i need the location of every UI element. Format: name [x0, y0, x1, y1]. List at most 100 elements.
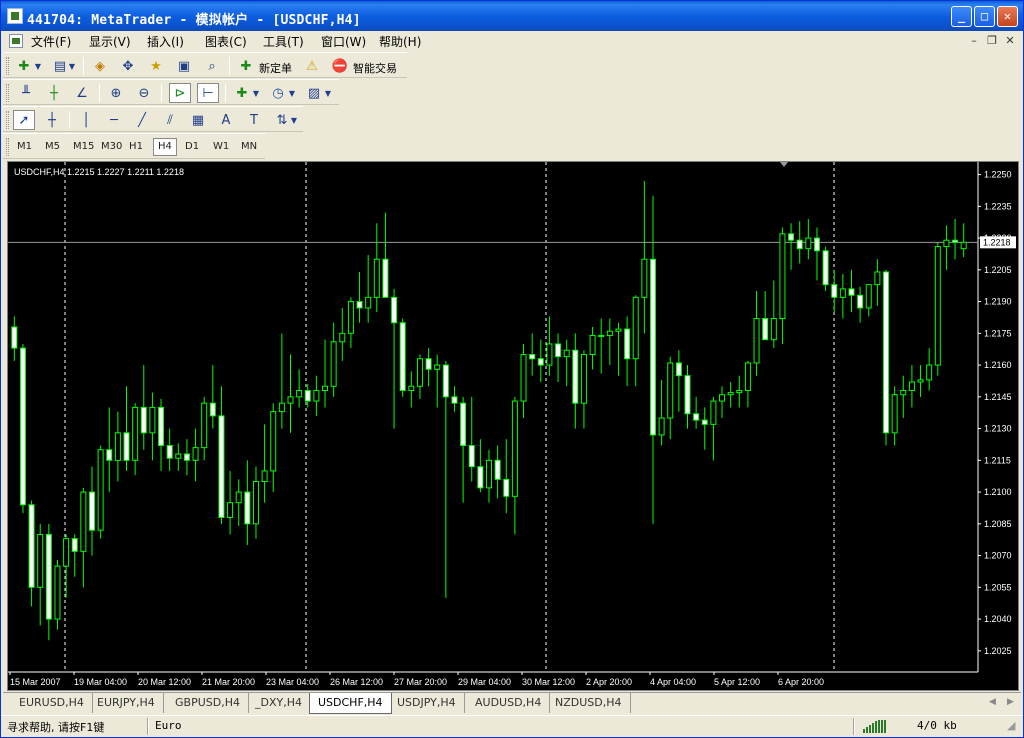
menu-insert[interactable]: 插入(I) — [147, 33, 184, 50]
new-order-icon[interactable]: ✚ — [235, 56, 257, 76]
candle-body — [934, 246, 941, 366]
close-button[interactable]: ✕ — [997, 6, 1018, 27]
candle-body — [649, 258, 656, 436]
menu-charts[interactable]: 图表(C) — [205, 33, 247, 50]
timeframe-m1[interactable]: M1 — [13, 138, 36, 156]
dropdown-arrow-icon[interactable]: ▼ — [323, 83, 333, 103]
templates-icon[interactable]: ▨ — [303, 83, 325, 103]
periods-clock-icon[interactable]: ◷ — [267, 83, 289, 103]
chart-shift-icon[interactable]: ⊢ — [197, 83, 219, 103]
warning-icon[interactable]: ⚠ — [301, 56, 323, 76]
candle-body — [45, 533, 52, 620]
tab-scroll-right-icon[interactable]: ▶ — [1007, 697, 1014, 707]
mdi-minimize-button[interactable]: – — [967, 34, 981, 48]
mdi-restore-button[interactable]: ❐ — [985, 34, 999, 48]
timeframe-m5[interactable]: M5 — [41, 138, 64, 156]
toolbar-grip[interactable] — [6, 111, 9, 129]
menu-help[interactable]: 帮助(H) — [379, 33, 421, 50]
price-tick-label: 1.2250 — [984, 170, 1012, 180]
expert-advisors-button[interactable]: 智能交易 — [353, 60, 397, 76]
maximize-button[interactable]: □ — [974, 6, 995, 27]
candle-body — [339, 332, 346, 343]
toolbar-grip[interactable] — [6, 57, 9, 75]
dropdown-arrow-icon[interactable]: ▼ — [33, 56, 43, 76]
cursor-icon[interactable]: ➚ — [13, 110, 35, 130]
resize-grip-icon[interactable]: ◢ — [1007, 719, 1015, 732]
menu-window[interactable]: 窗口(W) — [321, 33, 366, 50]
bar-chart-icon[interactable]: ╨ — [15, 83, 37, 103]
tab-gbpusd[interactable]: GBPUSD,H4 — [167, 693, 249, 713]
dropdown-arrow-icon[interactable]: ▼ — [67, 56, 77, 76]
candle-body — [606, 330, 613, 336]
text-label-icon[interactable]: T — [243, 110, 265, 130]
candle-body — [598, 334, 605, 337]
time-tick-label: 30 Mar 12:00 — [522, 677, 575, 687]
candle-body — [63, 538, 70, 567]
timeframe-h4[interactable]: H4 — [153, 138, 177, 156]
status-profile[interactable]: Euro — [155, 719, 182, 732]
tab-eurjpy[interactable]: EURJPY,H4 — [89, 693, 164, 713]
candle-body — [908, 381, 915, 391]
indicators-icon[interactable]: ✚ — [231, 83, 253, 103]
chart-window-icon[interactable] — [9, 34, 23, 48]
dropdown-arrow-icon[interactable]: ▼ — [289, 110, 299, 130]
status-bar: 寻求帮助, 请按F1键 Euro 4/0 kb ◢ — [1, 715, 1023, 737]
timeframe-m15[interactable]: M15 — [69, 138, 98, 156]
text-icon[interactable]: A — [215, 110, 237, 130]
candlestick-chart[interactable]: USDCHF,H4 1.2215 1.2227 1.2211 1.2218 1.… — [8, 162, 1018, 690]
mdi-close-button[interactable]: ✕ — [1003, 34, 1017, 48]
timeframe-w1[interactable]: W1 — [209, 138, 233, 156]
expert-advisors-icon[interactable]: ⛔ — [329, 56, 351, 76]
data-window-icon[interactable]: ✥ — [117, 56, 139, 76]
candle-body — [80, 491, 87, 552]
zoom-in-icon[interactable]: ⊕ — [105, 83, 127, 103]
timeframe-mn[interactable]: MN — [237, 138, 261, 156]
candle-body — [88, 491, 95, 531]
timeframe-h1[interactable]: H1 — [125, 138, 147, 156]
dropdown-arrow-icon[interactable]: ▼ — [251, 83, 261, 103]
tab-eurusd[interactable]: EURUSD,H4 — [11, 693, 93, 713]
tab-scroll-left-icon[interactable]: ◀ — [989, 697, 996, 707]
candle-body — [770, 318, 777, 341]
chart-area[interactable]: USDCHF,H4 1.2215 1.2227 1.2211 1.2218 1.… — [7, 161, 1019, 691]
toolbar-grip[interactable] — [6, 138, 9, 156]
minimize-button[interactable]: _ — [951, 6, 972, 27]
menu-view[interactable]: 显示(V) — [89, 33, 131, 50]
candlestick-icon[interactable]: ┼ — [43, 83, 65, 103]
auto-scroll-icon[interactable]: ⊳ — [169, 83, 191, 103]
title-bar[interactable]: 441704: MetaTrader - 模拟帐户 - [USDCHF,H4] … — [1, 1, 1023, 31]
crosshair-icon[interactable]: ┼ — [41, 110, 63, 130]
dropdown-arrow-icon[interactable]: ▼ — [287, 83, 297, 103]
tab-usdjpy[interactable]: USDJPY,H4 — [389, 693, 465, 713]
zoom-out-icon[interactable]: ⊖ — [133, 83, 155, 103]
candle-body — [805, 237, 812, 250]
terminal-icon[interactable]: ▣ — [173, 56, 195, 76]
market-watch-icon[interactable]: ◈ — [89, 56, 111, 76]
timeframe-d1[interactable]: D1 — [181, 138, 203, 156]
candle-body — [460, 402, 467, 447]
candle-body — [589, 334, 596, 355]
vertical-line-icon[interactable]: │ — [75, 110, 97, 130]
status-help-text: 寻求帮助, 请按F1键 — [7, 721, 105, 734]
tab-nzdusd[interactable]: NZDUSD,H4 — [547, 693, 631, 713]
candle-body — [753, 318, 760, 364]
tab-usdchf[interactable]: USDCHF,H4 — [309, 693, 392, 714]
new-order-button[interactable]: 新定单 — [259, 60, 292, 76]
candle-body — [235, 491, 242, 504]
toolbar-separator — [99, 84, 100, 102]
new-chart-icon[interactable]: ✚ — [13, 56, 35, 76]
line-chart-icon[interactable]: ∠ — [71, 83, 93, 103]
toolbar-grip[interactable] — [6, 84, 9, 102]
candle-body — [831, 284, 838, 298]
horizontal-line-icon[interactable]: ─ — [103, 110, 125, 130]
timeframe-m30[interactable]: M30 — [97, 138, 126, 156]
strategy-tester-icon[interactable]: ⌕ — [201, 56, 223, 76]
fibonacci-icon[interactable]: ▦ — [187, 110, 209, 130]
menu-file[interactable]: 文件(F) — [31, 33, 71, 50]
tab-dxy[interactable]: _DXY,H4 — [247, 693, 311, 713]
trendline-icon[interactable]: ╱ — [131, 110, 153, 130]
equidistant-channel-icon[interactable]: ⫽ — [159, 110, 181, 130]
navigator-icon[interactable]: ★ — [145, 56, 167, 76]
tab-audusd[interactable]: AUDUSD,H4 — [467, 693, 551, 713]
menu-tools[interactable]: 工具(T) — [263, 33, 304, 50]
